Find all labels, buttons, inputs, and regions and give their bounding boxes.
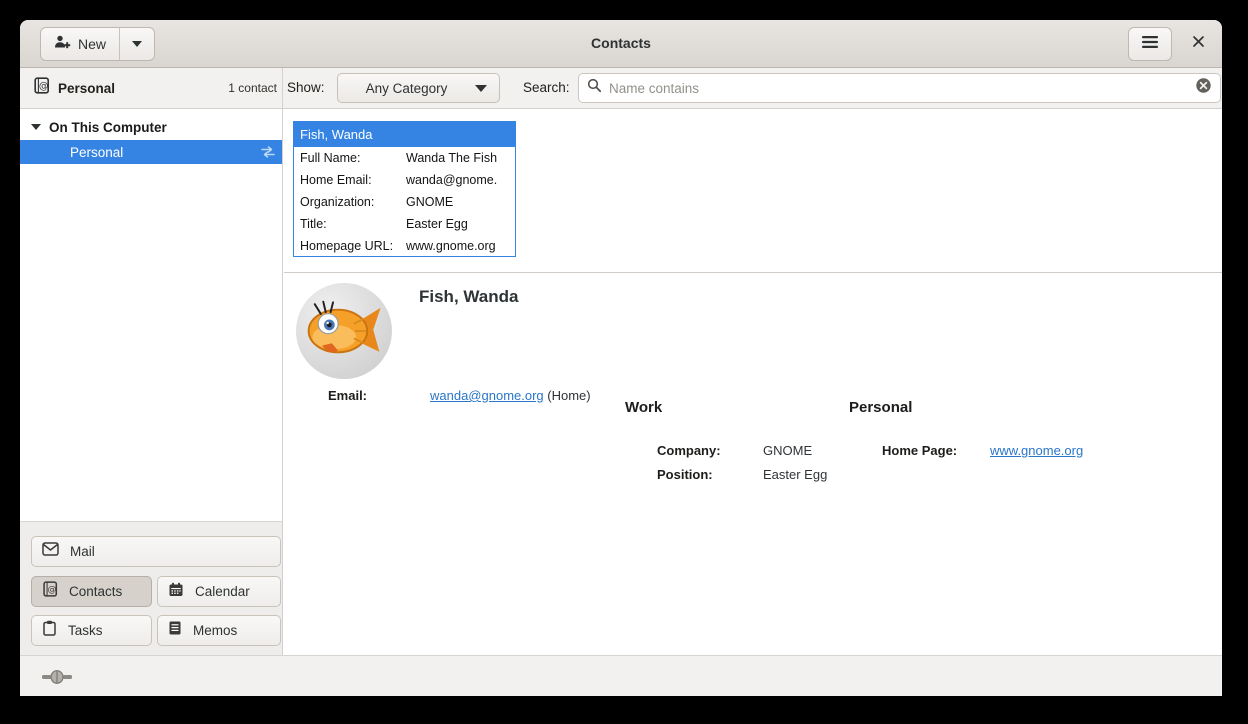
switcher-label: Calendar bbox=[195, 584, 250, 599]
email-link[interactable]: wanda@gnome.org bbox=[430, 388, 544, 403]
minicard-label: Homepage URL: bbox=[300, 239, 406, 253]
titlebar: New Contacts bbox=[20, 20, 1222, 68]
minicard-value: www.gnome.org bbox=[406, 239, 496, 253]
clear-search-icon[interactable] bbox=[1195, 77, 1212, 99]
position-row: Position: bbox=[657, 467, 713, 482]
switcher-label: Mail bbox=[70, 544, 95, 559]
fish-image bbox=[305, 292, 383, 370]
minicard-label: Title: bbox=[300, 217, 406, 231]
close-button[interactable] bbox=[1178, 27, 1218, 61]
homepage-row: Home Page: bbox=[882, 443, 957, 458]
memos-icon bbox=[168, 620, 182, 641]
position-value: Easter Egg bbox=[763, 467, 827, 482]
svg-text:@: @ bbox=[39, 81, 49, 92]
contacts-icon: @ bbox=[42, 581, 58, 602]
evolution-window: New Contacts bbox=[20, 20, 1222, 696]
switcher-contacts-button[interactable]: @ Contacts bbox=[31, 576, 152, 607]
hamburger-icon bbox=[1141, 35, 1159, 54]
homepage-link[interactable]: www.gnome.org bbox=[990, 443, 1083, 458]
email-value-row: wanda@gnome.org (Home) bbox=[430, 388, 591, 403]
close-icon bbox=[1192, 35, 1205, 53]
addressbook-name: Personal bbox=[58, 81, 115, 96]
minicard-row: Title: Easter Egg bbox=[294, 213, 515, 235]
minicard-label: Organization: bbox=[300, 195, 406, 209]
contact-name-heading: Fish, Wanda bbox=[419, 287, 519, 307]
tree-item-label: Personal bbox=[70, 145, 123, 160]
switcher-memos-button[interactable]: Memos bbox=[157, 615, 281, 646]
switcher-label: Contacts bbox=[69, 584, 122, 599]
window-title: Contacts bbox=[20, 35, 1222, 51]
contact-avatar bbox=[296, 283, 392, 379]
tree-root-label: On This Computer bbox=[49, 120, 167, 135]
company-row: Company: bbox=[657, 443, 721, 458]
minicard-row: Organization: GNOME bbox=[294, 191, 515, 213]
expander-icon[interactable] bbox=[31, 124, 41, 130]
company-label: Company: bbox=[657, 443, 721, 458]
calendar-icon bbox=[168, 582, 184, 602]
position-label: Position: bbox=[657, 467, 713, 482]
minicard-value: Wanda The Fish bbox=[406, 151, 497, 165]
tree-item-personal[interactable]: Personal bbox=[20, 140, 282, 164]
toolbar: @ Personal 1 contact Show: Any Category … bbox=[20, 68, 1222, 109]
chevron-down-icon bbox=[475, 85, 487, 92]
minicard-value: wanda@gnome. bbox=[406, 173, 497, 187]
search-field bbox=[578, 73, 1221, 103]
search-icon bbox=[587, 78, 602, 98]
minicard-row: Home Email: wanda@gnome. bbox=[294, 169, 515, 191]
mail-icon bbox=[42, 542, 59, 561]
company-value: GNOME bbox=[763, 443, 812, 458]
switcher-tasks-button[interactable]: Tasks bbox=[31, 615, 152, 646]
search-input[interactable] bbox=[609, 81, 1195, 96]
menu-button[interactable] bbox=[1128, 27, 1172, 61]
sync-icon bbox=[260, 145, 276, 159]
switcher-label: Memos bbox=[193, 623, 237, 638]
preview-divider[interactable] bbox=[284, 272, 1222, 273]
minicard-title: Fish, Wanda bbox=[294, 122, 515, 147]
component-switcher: Mail @ Contacts bbox=[20, 521, 282, 655]
addressbook-header: @ Personal 1 contact bbox=[20, 68, 283, 108]
email-note: (Home) bbox=[547, 388, 590, 403]
show-label: Show: bbox=[287, 80, 325, 95]
switcher-mail-button[interactable]: Mail bbox=[31, 536, 281, 567]
minicard-label: Home Email: bbox=[300, 173, 406, 187]
category-dropdown[interactable]: Any Category bbox=[337, 73, 500, 103]
svg-text:@: @ bbox=[48, 585, 57, 595]
tasks-icon bbox=[42, 620, 57, 641]
tree-root-on-this-computer[interactable]: On This Computer bbox=[20, 114, 282, 140]
contact-minicard[interactable]: Fish, Wanda Full Name: Wanda The Fish Ho… bbox=[293, 121, 516, 257]
personal-section-heading: Personal bbox=[849, 399, 912, 416]
homepage-label: Home Page: bbox=[882, 443, 957, 458]
category-value: Any Category bbox=[338, 81, 475, 96]
search-label: Search: bbox=[523, 80, 570, 95]
minicard-value: GNOME bbox=[406, 195, 453, 209]
switcher-calendar-button[interactable]: Calendar bbox=[157, 576, 281, 607]
minicard-value: Easter Egg bbox=[406, 217, 468, 231]
work-section-heading: Work bbox=[625, 399, 662, 416]
contacts-pane: Fish, Wanda Full Name: Wanda The Fish Ho… bbox=[284, 109, 1222, 655]
addressbook-icon: @ bbox=[33, 77, 50, 99]
email-label: Email: bbox=[328, 388, 367, 403]
sidebar: On This Computer Personal Mail bbox=[20, 109, 283, 655]
online-status-icon[interactable] bbox=[42, 670, 72, 684]
contact-count: 1 contact bbox=[228, 81, 277, 95]
minicard-label: Full Name: bbox=[300, 151, 406, 165]
statusbar bbox=[20, 655, 1222, 696]
email-row: Email: bbox=[328, 388, 367, 403]
minicard-row: Homepage URL: www.gnome.org bbox=[294, 235, 515, 257]
homepage-value-row: www.gnome.org bbox=[990, 443, 1083, 458]
switcher-label: Tasks bbox=[68, 623, 103, 638]
minicard-row: Full Name: Wanda The Fish bbox=[294, 147, 515, 169]
